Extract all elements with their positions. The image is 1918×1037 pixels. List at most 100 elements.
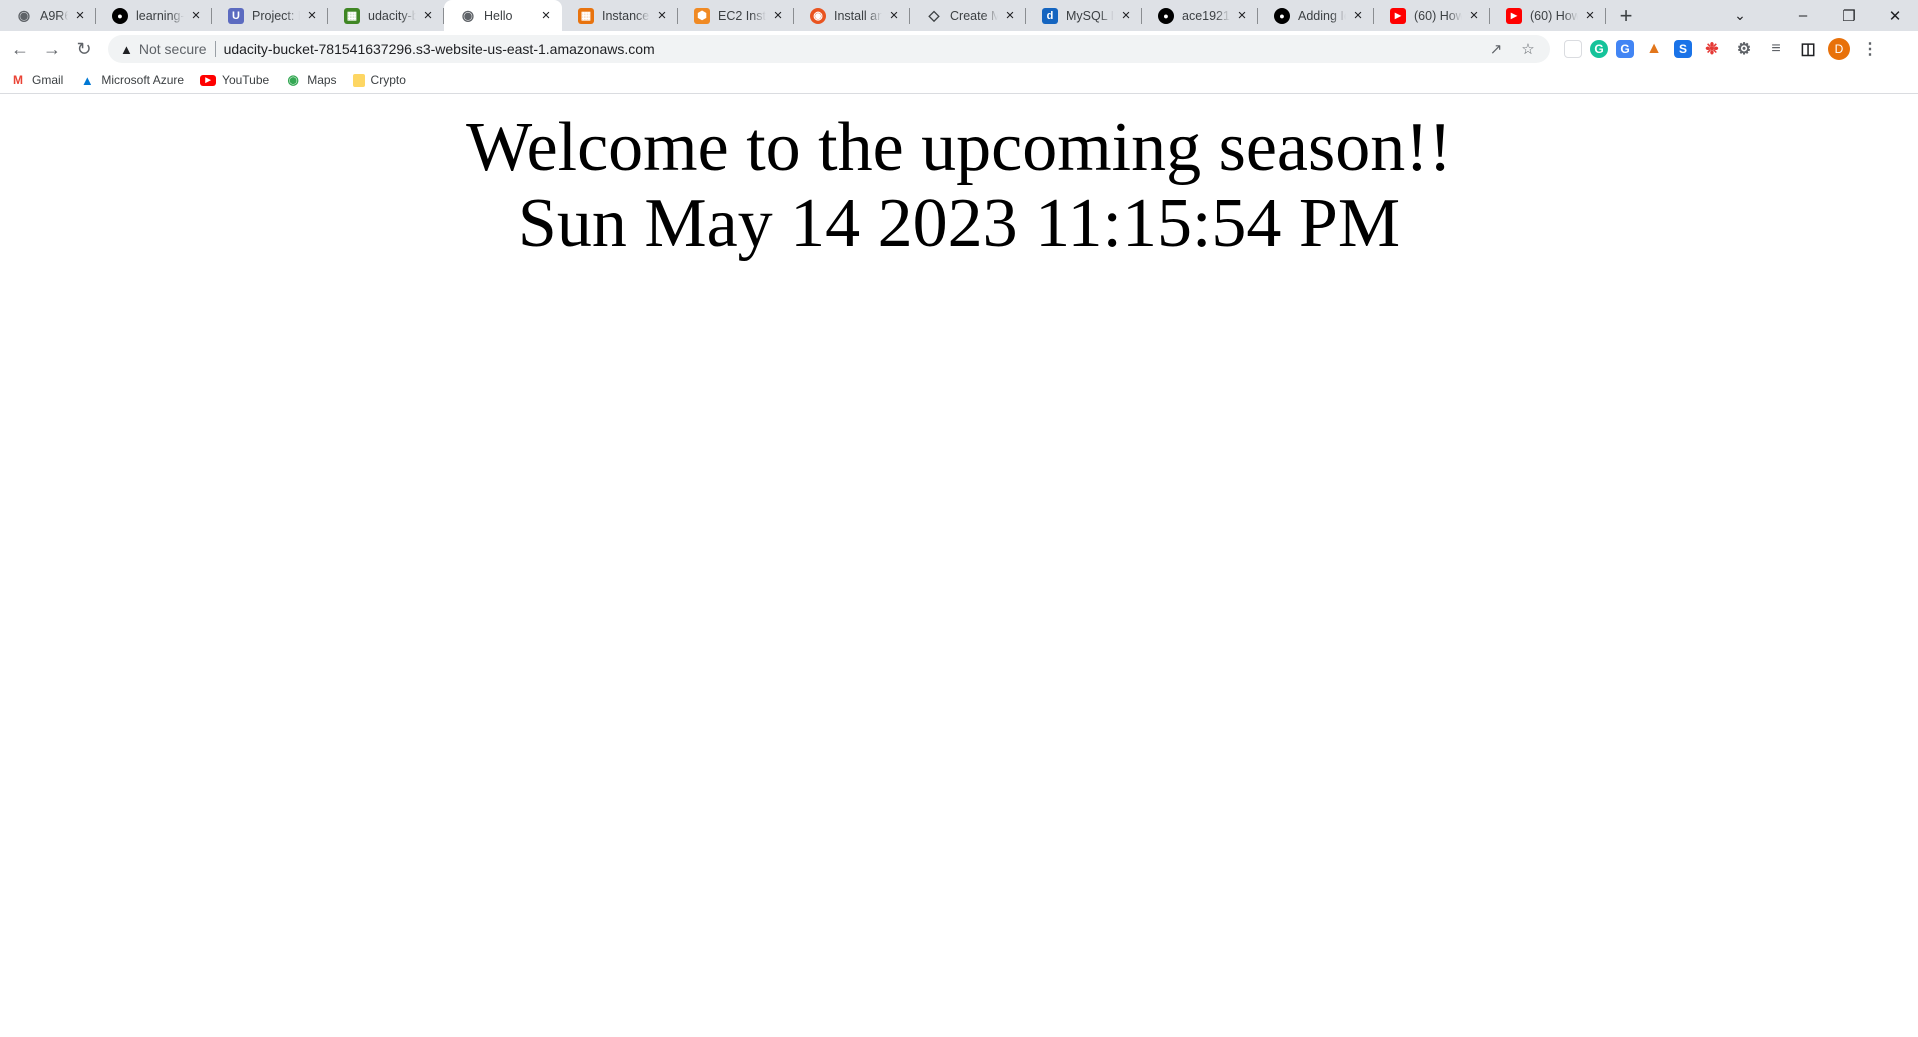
tab-title: EC2 Instance: [718, 8, 766, 23]
tab-13[interactable]: ▶ (60) How ×: [1374, 0, 1490, 31]
extensions-area: G G ▲ S ❉ ⚙ ≡ ◫ D ⋮: [1560, 37, 1886, 61]
bookmark-gmail[interactable]: M Gmail: [10, 72, 63, 88]
current-datetime: Sun May 14 2023 11:15:54 PM: [517, 184, 1401, 262]
gmail-icon: M: [13, 73, 23, 87]
tab-4[interactable]: ▦ udacity-bucket ×: [328, 0, 444, 31]
close-icon[interactable]: ×: [538, 7, 554, 24]
tab-title: Project: Re...: [252, 8, 300, 23]
back-button[interactable]: ←: [4, 33, 36, 65]
warning-icon[interactable]: ▲: [120, 42, 133, 57]
tab-title: Create My: [950, 8, 998, 23]
metamask-icon[interactable]: ▲: [1642, 37, 1666, 61]
bookmark-label: Gmail: [32, 73, 64, 87]
close-window-button[interactable]: ✕: [1872, 0, 1918, 31]
github-icon: ●: [1158, 7, 1174, 24]
translate-icon[interactable]: G: [1616, 40, 1634, 58]
tab-14[interactable]: ▶ (60) How ×: [1490, 0, 1606, 31]
menu-kebab-icon[interactable]: ⋮: [1858, 37, 1882, 61]
welcome-heading: Welcome to the upcoming season!!: [466, 109, 1452, 186]
bookmark-label: Microsoft Azure: [101, 73, 185, 87]
azure-icon: ▲: [80, 72, 94, 88]
close-icon[interactable]: ×: [1582, 7, 1598, 24]
new-tab-button[interactable]: +: [1612, 2, 1640, 30]
tab-8[interactable]: ◉ Install and ×: [794, 0, 910, 31]
ec2-icon: ⬢: [694, 7, 710, 24]
tab-12[interactable]: ● Adding Ic ×: [1258, 0, 1374, 31]
youtube-icon: ▶: [1390, 7, 1406, 24]
globe-icon: ◉: [461, 7, 475, 23]
close-icon[interactable]: ×: [1350, 7, 1366, 24]
ubuntu-icon: ◉: [810, 7, 826, 24]
tab-strip: ◉ A9R6213.tmp × ● learning-nodejs × U Pr…: [0, 0, 1918, 31]
bookmark-label: YouTube: [222, 73, 270, 87]
close-icon[interactable]: ×: [188, 7, 204, 24]
bookmarks-bar: M Gmail ▲ Microsoft Azure ▶ YouTube ◉ Ma…: [0, 67, 1918, 94]
share-icon[interactable]: ↗: [1480, 40, 1512, 58]
close-icon[interactable]: ×: [1118, 7, 1134, 24]
bookmark-star-icon[interactable]: ☆: [1512, 40, 1544, 58]
side-panel-icon[interactable]: ◫: [1796, 37, 1820, 61]
github-icon: ●: [1274, 7, 1290, 24]
minimize-button[interactable]: –: [1780, 0, 1826, 31]
reload-button[interactable]: ↻: [68, 33, 100, 65]
youtube-icon: ▶: [1506, 7, 1522, 24]
s-extension-icon[interactable]: S: [1674, 40, 1692, 58]
close-icon[interactable]: ×: [654, 7, 670, 24]
tab-11[interactable]: ● ace19214 ×: [1142, 0, 1258, 31]
globe-icon: ◉: [17, 7, 31, 23]
close-icon[interactable]: ×: [1466, 7, 1482, 24]
bookmark-azure[interactable]: ▲ Microsoft Azure: [79, 72, 184, 88]
window-controls: ⌄ – ❐ ✕: [1720, 0, 1918, 31]
toolbar: ← → ↻ ▲ Not secure udacity-bucket-781541…: [0, 31, 1918, 67]
tab-7[interactable]: ⬢ EC2 Instance ×: [678, 0, 794, 31]
profile-avatar[interactable]: D: [1828, 38, 1850, 60]
tab-title: Hello: [484, 8, 513, 23]
address-bar[interactable]: ▲ Not secure udacity-bucket-781541637296…: [108, 35, 1550, 63]
extension-blank-icon[interactable]: [1564, 40, 1582, 58]
browser-window: ◉ A9R6213.tmp × ● learning-nodejs × U Pr…: [0, 0, 1918, 94]
tab-6[interactable]: ▦ Instances ×: [562, 0, 678, 31]
close-icon[interactable]: ×: [420, 7, 436, 24]
tab-title: Adding Ic: [1298, 8, 1346, 23]
bookmark-maps[interactable]: ◉ Maps: [285, 72, 337, 88]
d-icon: d: [1042, 7, 1058, 24]
tab-3[interactable]: U Project: Re... ×: [212, 0, 328, 31]
page-content: Welcome to the upcoming season!! Sun May…: [0, 101, 1918, 1037]
forward-button[interactable]: →: [36, 33, 68, 65]
tab-title: Install and: [834, 8, 882, 23]
bookmark-youtube[interactable]: ▶ YouTube: [200, 73, 269, 87]
close-icon[interactable]: ×: [1002, 7, 1018, 24]
folder-icon: [352, 73, 365, 87]
tab-10[interactable]: d MySQL In ×: [1026, 0, 1142, 31]
tab-5-active[interactable]: ◉ Hello ×: [444, 0, 562, 31]
s3-icon: ▦: [344, 7, 360, 24]
tab-title: A9R6213.tmp: [40, 8, 68, 23]
close-icon[interactable]: ×: [770, 7, 786, 24]
red-extension-icon[interactable]: ❉: [1700, 37, 1724, 61]
close-icon[interactable]: ×: [72, 7, 88, 24]
close-icon[interactable]: ×: [886, 7, 902, 24]
diamond-icon: ◇: [928, 7, 940, 23]
url-text[interactable]: udacity-bucket-781541637296.s3-website-u…: [224, 41, 655, 57]
security-label[interactable]: Not secure: [139, 41, 207, 57]
youtube-icon: ▶: [200, 74, 217, 86]
tab-9[interactable]: ◇ Create My ×: [910, 0, 1026, 31]
restore-button[interactable]: ❐: [1826, 0, 1872, 31]
maps-icon: ◉: [287, 72, 299, 87]
tab-1[interactable]: ◉ A9R6213.tmp ×: [0, 0, 96, 31]
tab-title: (60) How: [1530, 8, 1578, 23]
close-icon[interactable]: ×: [1234, 7, 1250, 24]
grammarly-icon[interactable]: G: [1590, 40, 1608, 58]
github-icon: ●: [112, 7, 128, 24]
tab-title: udacity-bucket: [368, 8, 416, 23]
udacity-icon: U: [228, 7, 244, 24]
extensions-puzzle-icon[interactable]: ⚙: [1732, 37, 1756, 61]
bookmark-crypto-folder[interactable]: Crypto: [352, 73, 406, 87]
tab-title: ace19214: [1182, 8, 1230, 23]
reading-list-icon[interactable]: ≡: [1764, 37, 1788, 61]
tab-search-button[interactable]: ⌄: [1720, 0, 1760, 31]
tab-title: learning-nodejs: [136, 8, 184, 23]
tab-title: Instances: [602, 8, 650, 23]
tab-2[interactable]: ● learning-nodejs ×: [96, 0, 212, 31]
close-icon[interactable]: ×: [304, 7, 320, 24]
